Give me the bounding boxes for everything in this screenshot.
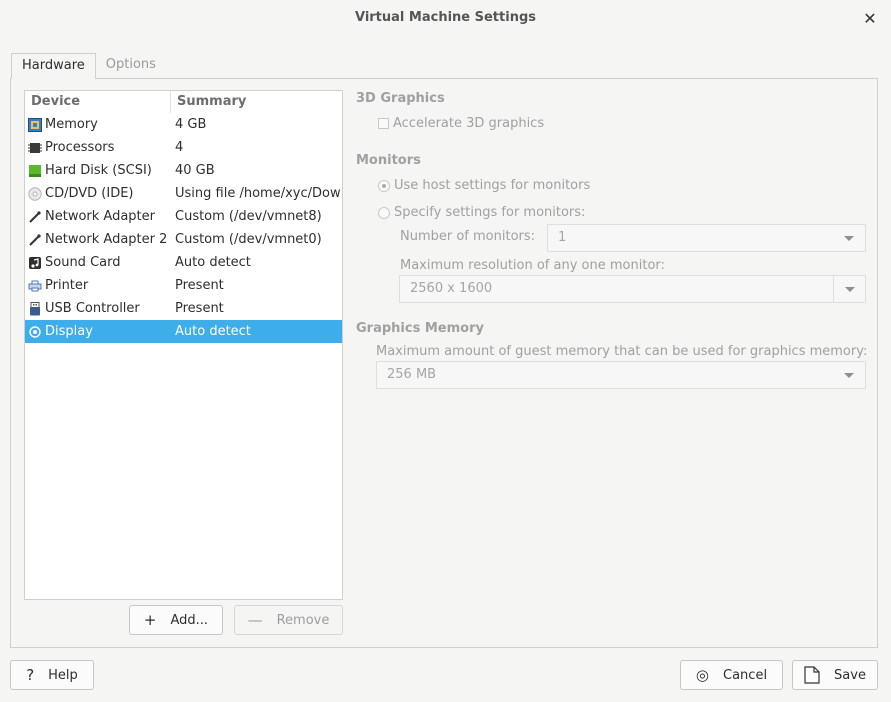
tab-bar: Hardware Options: [11, 53, 166, 79]
tab-options[interactable]: Options: [96, 53, 166, 79]
network-adapter-icon: [28, 210, 42, 224]
graphics-memory-label: Maximum amount of guest memory that can …: [376, 344, 868, 359]
device-list: Device Summary Memory 4 GB Processors 4: [24, 90, 343, 600]
device-summary: Custom (/dev/vmnet0): [175, 232, 322, 247]
device-name: Sound Card: [45, 255, 121, 270]
max-resolution-label: Maximum resolution of any one monitor:: [400, 258, 665, 273]
sound-card-icon: [28, 256, 42, 270]
device-name: Processors: [45, 140, 115, 155]
remove-device-button[interactable]: — Remove: [234, 605, 343, 635]
device-summary: Present: [175, 301, 224, 316]
number-of-monitors-label: Number of monitors:: [400, 229, 536, 244]
accelerate-3d-label: Accelerate 3D graphics: [393, 116, 545, 131]
device-summary: Auto detect: [175, 255, 251, 270]
column-header-summary[interactable]: Summary: [171, 91, 246, 113]
help-label: Help: [48, 667, 78, 683]
add-device-label: Add...: [170, 612, 209, 628]
device-list-header: Device Summary: [25, 91, 342, 113]
accelerate-3d-checkbox[interactable]: Accelerate 3D graphics: [378, 116, 544, 131]
display-icon: [28, 325, 42, 339]
device-name: Memory: [45, 117, 98, 132]
window-title: Virtual Machine Settings: [354, 10, 536, 25]
printer-icon: [28, 279, 42, 293]
device-row-hard-disk[interactable]: Hard Disk (SCSI) 40 GB: [25, 159, 342, 182]
use-host-settings-label: Use host settings for monitors: [394, 178, 591, 193]
save-button[interactable]: Save: [792, 660, 878, 690]
number-of-monitors-value: 1: [558, 230, 567, 245]
use-host-settings-radio[interactable]: Use host settings for monitors: [378, 178, 590, 193]
cancel-button[interactable]: ◎ Cancel: [680, 660, 783, 690]
help-button[interactable]: ? Help: [10, 660, 94, 690]
memory-icon: [28, 117, 42, 132]
specify-settings-radio[interactable]: Specify settings for monitors:: [378, 205, 585, 220]
device-name: Network Adapter 2: [45, 232, 168, 247]
radio-button: [378, 206, 390, 219]
device-summary: 4: [175, 140, 184, 155]
column-header-device[interactable]: Device: [25, 91, 171, 113]
device-summary: 4 GB: [175, 117, 207, 132]
cd-dvd-icon: [28, 186, 42, 201]
chevron-down-icon: [833, 362, 865, 388]
section-3d-graphics-title: 3D Graphics: [356, 91, 445, 106]
cancel-icon: ◎: [695, 666, 710, 684]
tab-hardware[interactable]: Hardware: [11, 53, 96, 79]
device-name: CD/DVD (IDE): [45, 186, 134, 201]
checkbox-box: [378, 118, 389, 129]
chevron-down-icon: [833, 225, 865, 251]
device-name: USB Controller: [45, 301, 140, 316]
device-summary: Custom (/dev/vmnet8): [175, 209, 322, 224]
device-summary: Present: [175, 278, 224, 293]
save-label: Save: [834, 667, 866, 683]
radio-button: [378, 179, 390, 192]
device-name: Hard Disk (SCSI): [45, 163, 152, 178]
device-row-cd-dvd[interactable]: CD/DVD (IDE) Using file /home/xyc/Dow: [25, 182, 342, 205]
graphics-memory-select[interactable]: 256 MB: [376, 361, 866, 389]
device-row-usb-controller[interactable]: USB Controller Present: [25, 297, 342, 320]
max-resolution-value: 2560 x 1600: [410, 281, 493, 296]
device-row-network-adapter[interactable]: Network Adapter Custom (/dev/vmnet8): [25, 205, 342, 228]
remove-device-label: Remove: [276, 612, 330, 628]
add-device-button[interactable]: + Add...: [129, 605, 223, 635]
close-icon: ✕: [863, 9, 877, 28]
hard-disk-icon: [28, 164, 42, 178]
specify-settings-label: Specify settings for monitors:: [394, 205, 586, 220]
device-row-printer[interactable]: Printer Present: [25, 274, 342, 297]
device-row-display[interactable]: Display Auto detect: [25, 320, 342, 343]
device-row-sound-card[interactable]: Sound Card Auto detect: [25, 251, 342, 274]
save-icon: [804, 666, 820, 684]
cancel-label: Cancel: [723, 667, 768, 683]
section-graphics-memory-title: Graphics Memory: [356, 321, 484, 336]
chevron-down-icon: [833, 276, 865, 302]
processor-icon: [28, 141, 42, 155]
device-name: Printer: [45, 278, 89, 293]
section-monitors-title: Monitors: [356, 153, 421, 168]
title-bar: Virtual Machine Settings ✕: [0, 0, 891, 40]
close-button[interactable]: ✕: [859, 8, 881, 30]
device-row-processors[interactable]: Processors 4: [25, 136, 342, 159]
device-summary: Auto detect: [175, 324, 251, 339]
hardware-panel: Device Summary Memory 4 GB Processors 4: [10, 78, 878, 648]
max-resolution-combo[interactable]: 2560 x 1600: [399, 275, 866, 303]
device-summary: 40 GB: [175, 163, 215, 178]
usb-icon: [28, 301, 42, 316]
device-summary: Using file /home/xyc/Dow: [175, 186, 341, 201]
graphics-memory-value: 256 MB: [387, 367, 437, 382]
device-name: Network Adapter: [45, 209, 155, 224]
plus-icon: +: [143, 611, 157, 629]
device-name: Display: [45, 324, 93, 339]
number-of-monitors-select[interactable]: 1: [547, 224, 866, 252]
device-row-network-adapter-2[interactable]: Network Adapter 2 Custom (/dev/vmnet0): [25, 228, 342, 251]
network-adapter-icon: [28, 233, 42, 247]
help-icon: ?: [26, 666, 35, 684]
device-row-memory[interactable]: Memory 4 GB: [25, 113, 342, 136]
minus-icon: —: [247, 611, 263, 629]
